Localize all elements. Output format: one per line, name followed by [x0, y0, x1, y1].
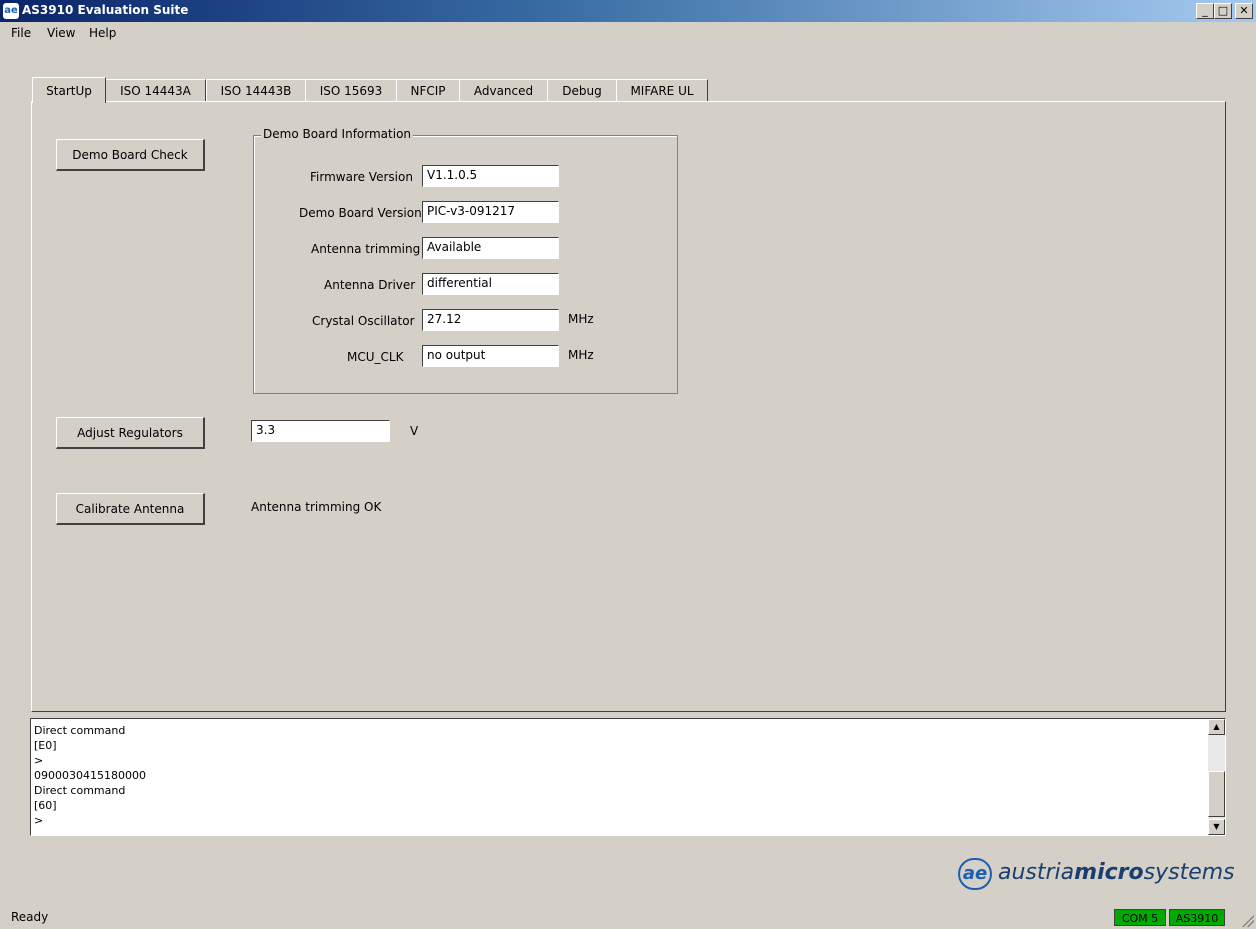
mcu-clk-field[interactable]: no output — [422, 345, 559, 367]
calibration-status: Antenna trimming OK — [251, 500, 382, 514]
title-bar: ae AS3910 Evaluation Suite _ □ ✕ — [0, 0, 1256, 22]
demo-board-version-label: Demo Board Version — [299, 206, 422, 220]
menu-file[interactable]: File — [11, 26, 31, 40]
logo-text-suffix: systems — [1143, 860, 1235, 885]
ae-logo-icon: ae — [958, 858, 992, 890]
app-logo-icon: ae — [3, 3, 19, 19]
console-line: Direct command — [34, 724, 126, 737]
antenna-driver-field[interactable]: differential — [422, 273, 559, 295]
minimize-button[interactable]: _ — [1196, 3, 1214, 19]
menu-view[interactable]: View — [47, 26, 75, 40]
regulator-unit: V — [410, 424, 419, 438]
firmware-version-label: Firmware Version — [310, 170, 413, 184]
firmware-version-field[interactable]: V1.1.0.5 — [422, 165, 559, 187]
crystal-oscillator-unit: MHz — [568, 312, 594, 326]
resize-grip-icon[interactable] — [1242, 915, 1254, 927]
status-text: Ready — [11, 910, 49, 924]
scroll-thumb[interactable] — [1208, 771, 1225, 817]
console-line: 0900030415180000 — [34, 769, 146, 782]
tab-advanced[interactable]: Advanced — [459, 79, 548, 102]
console-scrollbar[interactable]: ▲ ▼ — [1208, 719, 1225, 835]
menu-bar: File View Help — [0, 22, 1256, 44]
antenna-trimming-label: Antenna trimming — [311, 242, 421, 256]
tab-debug[interactable]: Debug — [547, 79, 617, 102]
tab-iso-15693[interactable]: ISO 15693 — [305, 79, 397, 102]
menu-help[interactable]: Help — [89, 26, 116, 40]
console-line: > — [34, 754, 44, 767]
tab-iso-14443a[interactable]: ISO 14443A — [105, 79, 206, 102]
window-title: AS3910 Evaluation Suite — [22, 3, 189, 17]
calibrate-antenna-button[interactable]: Calibrate Antenna — [56, 493, 205, 525]
console-line: Direct command — [34, 784, 126, 797]
mcu-clk-label: MCU_CLK — [347, 350, 404, 364]
status-bar: Ready COM 5 AS3910 — [0, 905, 1256, 929]
demo-board-check-button[interactable]: Demo Board Check — [56, 139, 205, 171]
tab-mifare-ul[interactable]: MIFARE UL — [616, 79, 708, 102]
logo-text-middle: micro — [1074, 860, 1144, 885]
tab-iso-14443b[interactable]: ISO 14443B — [206, 79, 306, 102]
console-line: [E0] — [34, 739, 57, 752]
group-title: Demo Board Information — [261, 127, 414, 141]
adjust-regulators-button[interactable]: Adjust Regulators — [56, 417, 205, 449]
regulator-voltage-field[interactable]: 3.3 — [251, 420, 390, 442]
console-output[interactable]: Direct command [E0] > 0900030415180000 D… — [30, 718, 1226, 836]
device-indicator: AS3910 — [1169, 909, 1225, 926]
logo-text-prefix: austria — [998, 860, 1075, 885]
tab-startup[interactable]: StartUp — [32, 77, 106, 103]
scroll-down-icon[interactable]: ▼ — [1208, 819, 1225, 835]
antenna-driver-label: Antenna Driver — [324, 278, 416, 292]
close-button[interactable]: ✕ — [1235, 3, 1253, 19]
antenna-trimming-field[interactable]: Available — [422, 237, 559, 259]
com-port-indicator: COM 5 — [1114, 909, 1166, 926]
crystal-oscillator-field[interactable]: 27.12 — [422, 309, 559, 331]
scroll-up-icon[interactable]: ▲ — [1208, 719, 1225, 735]
maximize-button[interactable]: □ — [1214, 3, 1232, 19]
mcu-clk-unit: MHz — [568, 348, 594, 362]
crystal-oscillator-label: Crystal Oscillator — [312, 314, 415, 328]
console-line: > — [34, 814, 44, 827]
tab-nfcip[interactable]: NFCIP — [396, 79, 460, 102]
console-line: [60] — [34, 799, 57, 812]
demo-board-version-field[interactable]: PIC-v3-091217 — [422, 201, 559, 223]
